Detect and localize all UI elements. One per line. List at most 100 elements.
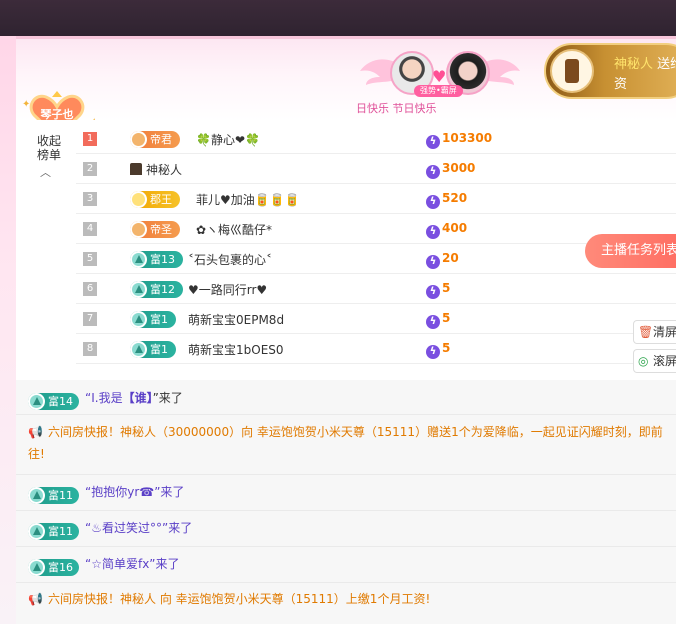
divider (16, 582, 676, 583)
gift-action: 送给 (657, 57, 676, 72)
badge-label: 帝圣 (150, 223, 172, 236)
score-value: 5 (442, 341, 451, 355)
heart-badge-label: 琴子也 (40, 108, 74, 120)
user-name[interactable]: 神秘人 (130, 161, 182, 178)
lightning-icon: ϟ (426, 315, 440, 329)
user-name-tag[interactable]: 【谁】 (123, 391, 153, 405)
user-name[interactable]: 萌新宝宝0EPM8d (188, 311, 284, 328)
badge-emblem-icon (130, 221, 147, 238)
ranking-row[interactable]: 7 富1 萌新宝宝0EPM8d ϟ 5 (76, 304, 676, 334)
badge-label: 富12 (150, 283, 175, 296)
user-name-text: 神秘人 (146, 163, 183, 177)
user-name-text: 萌新宝宝1bOES0 (188, 343, 284, 357)
badge-emblem-icon (130, 191, 147, 208)
crown-icon (28, 559, 45, 576)
chat-line: 富11 “抱抱你yr☎”来了 (28, 483, 184, 504)
chat-line: 富16 “☆简单爱fx”来了 (28, 555, 180, 576)
score-value: 400 (442, 221, 468, 235)
megaphone-icon: 📢 (28, 425, 43, 439)
ranking-row[interactable]: 3 郡王 菲儿♥加油🥫🥫🥫 ϟ 520 (76, 184, 676, 214)
enter-suffix: ”来了 (152, 391, 183, 405)
badge-label: 富1 (150, 313, 168, 326)
level-badge: 帝圣 (130, 221, 180, 238)
left-edge (0, 36, 16, 624)
user-name-text: ✿ヽ梅巛酷仔* (196, 223, 273, 237)
ranking-row[interactable]: 2 神秘人 ϟ 3000 (76, 154, 676, 184)
user-name-text: 萌新宝宝0EPM8d (188, 313, 285, 327)
badge-emblem-icon (130, 311, 147, 328)
banner-caption: 日快乐 节日快乐 (356, 102, 437, 115)
ranking-row[interactable]: 1 帝君 🍀静心❤🍀 ϟ 103300 (76, 124, 676, 154)
badge-label: 富16 (48, 561, 73, 574)
user-name-text: 🍀静心❤🍀 (196, 133, 260, 147)
anchor-task-list-button[interactable]: 主播任务列表 (585, 234, 676, 268)
lightning-icon: ϟ (426, 135, 440, 149)
news-text[interactable]: 六间房快报！神秘人（30000000）向 幸运饱饱贺小米天尊（15111）赠送1… (28, 425, 663, 461)
divider (16, 546, 676, 547)
clear-screen-button[interactable]: 🗑清屏 (633, 320, 676, 344)
avatar-pill: 强势•霸屏 (414, 85, 463, 97)
gift-notice[interactable]: 神秘人 送给 资 (544, 43, 676, 99)
level-badge: 富12 (130, 281, 183, 298)
crown-icon (28, 487, 45, 504)
badge-label: 富1 (150, 343, 168, 356)
badge-emblem-icon (130, 251, 147, 268)
chat-line: 富14 “I.我是【谁】”来了 (28, 389, 183, 410)
user-name[interactable]: ✿ヽ梅巛酷仔* (196, 221, 272, 238)
mystery-hat-icon (130, 163, 142, 175)
user-name-text: ˂石头包裹的心˂ (188, 253, 273, 267)
trash-icon: 🗑 (638, 325, 654, 339)
rank-number: 4 (83, 222, 97, 236)
enter-text[interactable]: “♨看过笑过°°”来了 (85, 521, 192, 535)
user-name[interactable]: 菲儿♥加油🥫🥫🥫 (196, 191, 300, 208)
gift-sender: 神秘人 (614, 57, 654, 72)
scroll-screen-label: 滚屏 (653, 354, 676, 368)
rank-number: 8 (83, 342, 97, 356)
scroll-screen-button[interactable]: ◎ 滚屏 (633, 349, 676, 373)
gift-icon (565, 59, 579, 83)
heart-badge[interactable]: 琴子也 (28, 91, 86, 120)
ranking-row[interactable]: 6 富12 ♥一路同行rr♥ ϟ 5 (76, 274, 676, 304)
score-value: 103300 (442, 131, 493, 145)
crown-icon (28, 393, 45, 410)
chevron-up-icon[interactable]: ︿ (40, 164, 51, 180)
user-name[interactable]: ˂石头包裹的心˂ (188, 251, 272, 268)
rank-number: 6 (83, 282, 97, 296)
level-badge: 富1 (130, 311, 176, 328)
score: ϟ5 (426, 341, 450, 359)
rich-level-badge: 富14 (28, 393, 79, 410)
badge-label: 富11 (48, 489, 73, 502)
ranking-row[interactable]: 4 帝圣 ✿ヽ梅巛酷仔* ϟ 400 (76, 214, 676, 244)
divider (16, 474, 676, 475)
enter-text[interactable]: “☆简单爱fx”来了 (85, 557, 180, 571)
sparkle-icon: ✦ (90, 117, 98, 120)
rich-level-badge: 富16 (28, 559, 79, 576)
heart-icon: ♥ (432, 67, 447, 86)
news-text[interactable]: 六间房快报！神秘人 向 幸运饱饱贺小米天尊（15111）上缴1个月工资! (48, 592, 430, 606)
gift-avatar (550, 49, 594, 93)
rank-number: 7 (83, 312, 97, 326)
enter-text[interactable]: “抱抱你yr☎”来了 (85, 485, 184, 499)
collapse-ranking-button[interactable]: 收起榜单 (36, 134, 62, 162)
user-name-text: ♥一路同行rr♥ (188, 283, 268, 297)
avatar-pair[interactable]: ♥ 强势•霸屏 (360, 49, 520, 105)
rank-number: 5 (83, 252, 97, 266)
badge-emblem-icon (130, 131, 147, 148)
user-name[interactable]: 🍀静心❤🍀 (196, 131, 260, 148)
user-name[interactable]: I.我是 (91, 391, 122, 405)
user-name[interactable]: 萌新宝宝1bOES0 (188, 341, 284, 358)
badge-label: 富14 (48, 395, 73, 408)
score-value: 5 (442, 311, 451, 325)
check-circle-icon: ◎ (638, 354, 649, 368)
badge-label: 富11 (48, 525, 73, 538)
score-value: 20 (442, 251, 459, 265)
chat-line: 富11 “♨看过笑过°°”来了 (28, 519, 192, 540)
news-line: 📢 六间房快报！神秘人 向 幸运饱饱贺小米天尊（15111）上缴1个月工资! (28, 588, 668, 610)
lightning-icon: ϟ (426, 225, 440, 239)
user-name[interactable]: ♥一路同行rr♥ (188, 281, 267, 298)
rank-number: 3 (83, 192, 97, 206)
badge-label: 帝君 (150, 133, 172, 146)
score-value: 3000 (442, 161, 476, 175)
ranking-row[interactable]: 8 富1 萌新宝宝1bOES0 ϟ 5 (76, 334, 676, 364)
clear-screen-label: 清屏 (653, 325, 676, 339)
